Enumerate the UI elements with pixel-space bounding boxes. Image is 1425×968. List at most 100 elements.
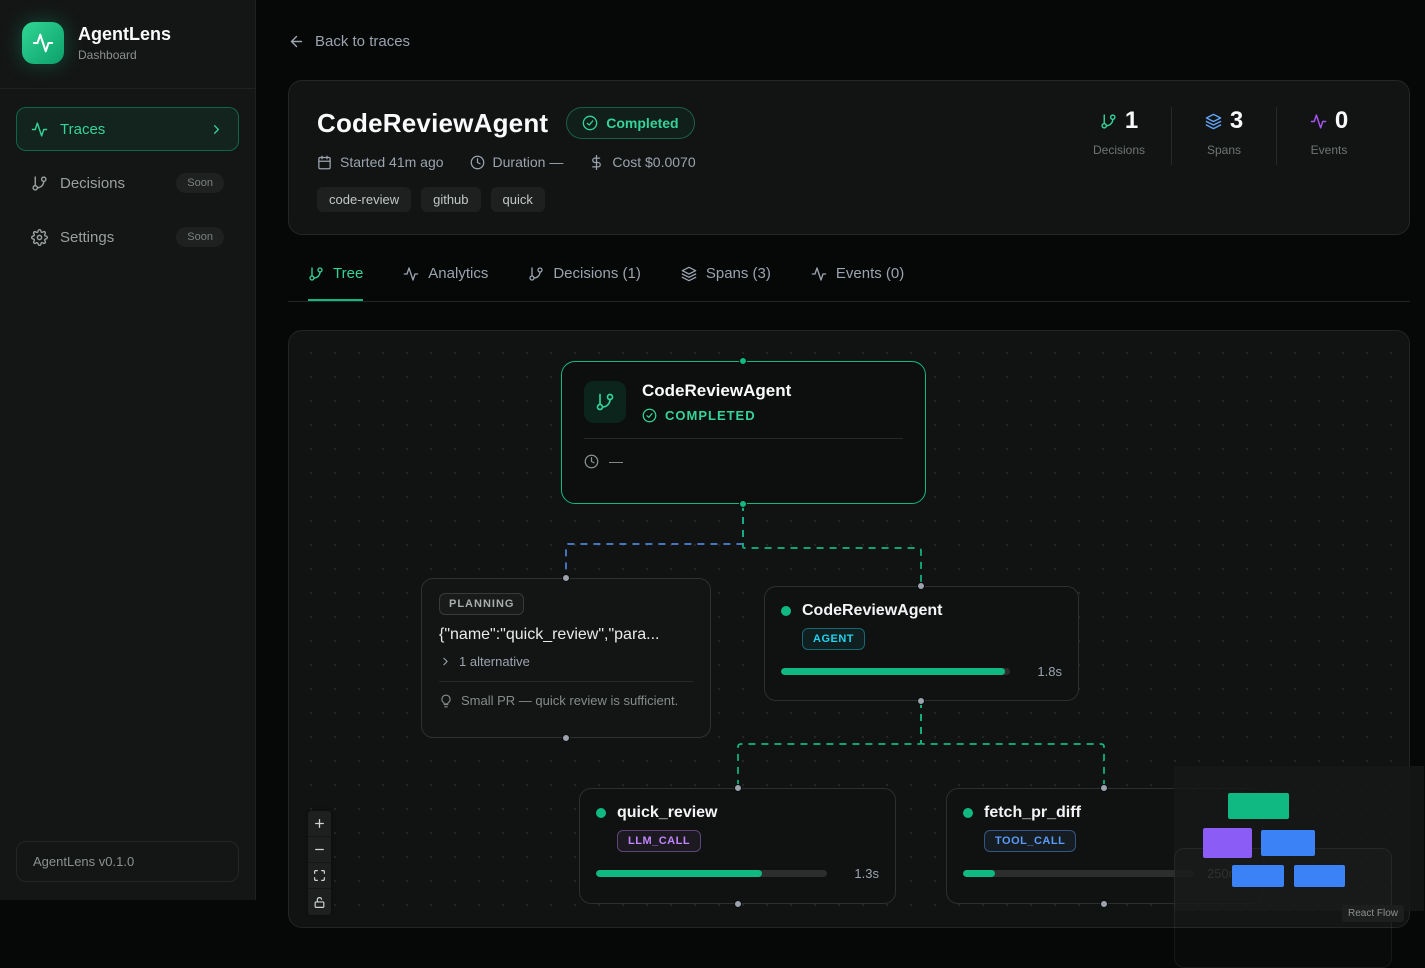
stats-summary: 1 Decisions 3 Spans [1067, 107, 1381, 165]
node-handle[interactable] [739, 500, 747, 508]
brand: AgentLens Dashboard [0, 0, 255, 89]
tab-spans[interactable]: Spans (3) [681, 262, 771, 301]
planning-node[interactable]: PLANNING {"name":"quick_review","para...… [421, 578, 711, 738]
app-subtitle: Dashboard [78, 48, 171, 62]
sidebar-item-label: Traces [60, 121, 105, 138]
react-flow-attribution[interactable]: React Flow [1342, 905, 1404, 922]
layers-icon [681, 266, 697, 282]
app-logo [22, 22, 64, 64]
fit-view-icon [313, 869, 326, 882]
node-handle[interactable] [734, 900, 742, 908]
stat-events: 0 Events [1277, 107, 1381, 157]
minimap[interactable] [1174, 766, 1424, 911]
git-branch-icon [584, 381, 626, 423]
app-name: AgentLens [78, 24, 171, 45]
tab-analytics[interactable]: Analytics [403, 262, 488, 301]
node-handle[interactable] [739, 357, 747, 365]
dollar-icon [589, 155, 604, 170]
llm-span-node[interactable]: quick_review LLM_CALL 1.3s [579, 788, 896, 904]
tab-bar: Tree Analytics Decisions (1) Spans (3) E… [288, 262, 1410, 302]
tag: quick [491, 187, 545, 212]
sidebar: AgentLens Dashboard Traces Decisions Soo… [0, 0, 256, 900]
sidebar-item-decisions[interactable]: Decisions Soon [16, 161, 239, 205]
stat-spans: 3 Spans [1172, 107, 1276, 157]
status-badge: Completed [566, 107, 694, 139]
git-branch-icon [31, 175, 48, 192]
node-handle[interactable] [562, 734, 570, 742]
fit-view-button[interactable] [308, 863, 331, 889]
node-handle[interactable] [917, 697, 925, 705]
version-label: AgentLens v0.1.0 [16, 841, 239, 882]
status-dot [963, 808, 973, 818]
sidebar-item-traces[interactable]: Traces [16, 107, 239, 151]
started-meta: Started 41m ago [317, 154, 444, 170]
minimap-node-agent [1261, 830, 1315, 856]
node-title: quick_review [617, 804, 718, 822]
unlock-icon [313, 896, 326, 909]
sidebar-item-settings[interactable]: Settings Soon [16, 215, 239, 259]
duration-bar [963, 870, 1194, 877]
span-type-badge: LLM_CALL [617, 830, 701, 852]
sidebar-item-label: Decisions [60, 175, 125, 192]
back-to-traces-link[interactable]: Back to traces [288, 33, 410, 50]
soon-badge: Soon [176, 173, 224, 193]
alternatives-toggle[interactable]: 1 alternative [439, 654, 693, 669]
node-status: COMPLETED [642, 408, 791, 423]
node-title: CodeReviewAgent [802, 602, 942, 620]
tags-row: code-review github quick [317, 187, 1381, 212]
arrow-left-icon [288, 33, 305, 50]
soon-badge: Soon [176, 227, 224, 247]
node-handle[interactable] [1100, 900, 1108, 908]
chevron-right-icon [439, 655, 452, 668]
zoom-out-button[interactable] [308, 837, 331, 863]
tab-decisions[interactable]: Decisions (1) [528, 262, 641, 301]
zoom-in-button[interactable] [308, 811, 331, 837]
git-branch-icon [528, 266, 544, 282]
lock-button[interactable] [308, 889, 331, 915]
node-title: fetch_pr_diff [984, 804, 1081, 822]
minimap-node-planning [1203, 828, 1252, 858]
check-circle-icon [582, 115, 598, 131]
span-type-badge: AGENT [802, 628, 865, 650]
tab-tree[interactable]: Tree [308, 262, 363, 301]
node-duration: — [609, 453, 623, 469]
planning-content: {"name":"quick_review","para... [439, 626, 693, 644]
node-handle[interactable] [1100, 784, 1108, 792]
node-title: CodeReviewAgent [642, 381, 791, 401]
minus-icon [313, 843, 326, 856]
activity-icon [32, 32, 54, 54]
git-branch-icon [308, 266, 324, 282]
node-handle[interactable] [917, 582, 925, 590]
duration-label: 1.8s [1022, 664, 1062, 679]
git-branch-icon [1100, 113, 1117, 130]
duration-label: 1.3s [839, 866, 879, 881]
cost-meta: Cost $0.0070 [589, 154, 695, 170]
activity-icon [1310, 113, 1327, 130]
sidebar-nav: Traces Decisions Soon Settings Soon [0, 89, 255, 277]
page-title: CodeReviewAgent [317, 108, 548, 139]
duration-bar [596, 870, 827, 877]
trace-root-node[interactable]: CodeReviewAgent COMPLETED — [561, 361, 926, 504]
trace-tree-canvas[interactable]: CodeReviewAgent COMPLETED — P [288, 330, 1410, 928]
lightbulb-icon [439, 694, 453, 708]
chevron-right-icon [209, 122, 224, 137]
node-handle[interactable] [562, 574, 570, 582]
tag: github [421, 187, 480, 212]
layers-icon [1205, 113, 1222, 130]
node-handle[interactable] [734, 784, 742, 792]
minimap-node-root [1228, 793, 1289, 819]
clock-icon [470, 155, 485, 170]
agent-span-node[interactable]: CodeReviewAgent AGENT 1.8s [764, 586, 1079, 701]
tab-events[interactable]: Events (0) [811, 262, 904, 301]
stat-decisions: 1 Decisions [1067, 107, 1171, 157]
activity-icon [811, 266, 827, 282]
trace-header-card: CodeReviewAgent Completed Started 41m ag… [288, 80, 1410, 235]
minimap-node-tool [1294, 865, 1345, 887]
duration-bar [781, 668, 1010, 675]
status-dot [596, 808, 606, 818]
plus-icon [313, 817, 326, 830]
calendar-icon [317, 155, 332, 170]
status-dot [781, 606, 791, 616]
activity-icon [31, 121, 48, 138]
flow-controls [308, 811, 331, 915]
